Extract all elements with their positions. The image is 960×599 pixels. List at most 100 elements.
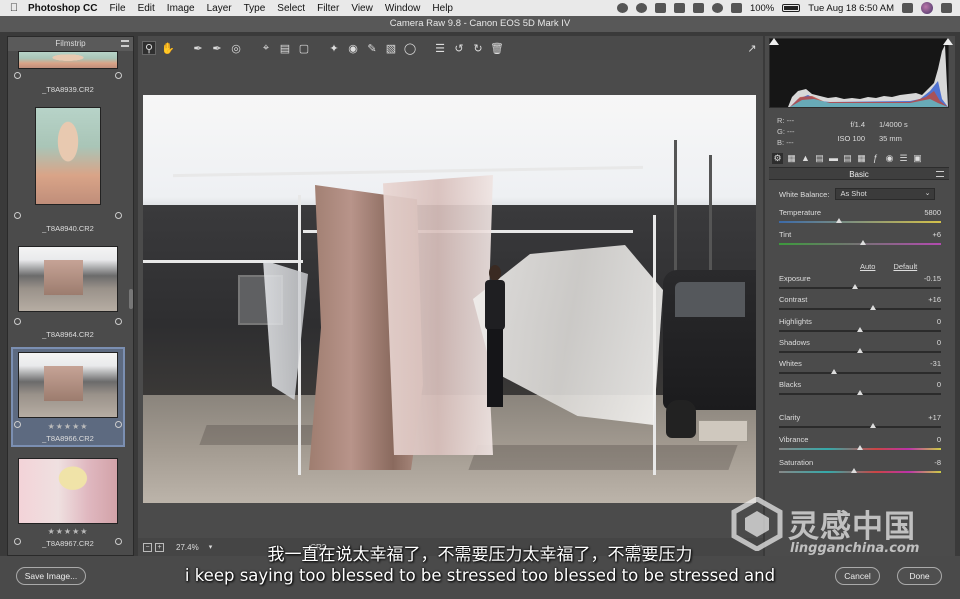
save-image-button[interactable]: Save Image... [16, 567, 86, 585]
slider-thumb[interactable] [852, 284, 859, 289]
detail-tab-icon[interactable]: ▲ [800, 153, 811, 164]
adjustment-brush-icon[interactable]: ✎ [365, 41, 379, 55]
filmstrip-item[interactable]: _T8A8939.CR2 [14, 51, 122, 99]
shadows-slider[interactable]: Shadows 0 [779, 338, 941, 358]
photo-preview[interactable] [143, 95, 756, 503]
slider-thumb[interactable] [835, 218, 842, 223]
color-sampler-tool-icon[interactable]: ✒ [210, 41, 224, 55]
record-icon[interactable] [616, 3, 628, 13]
scrollbar-grip[interactable] [129, 289, 133, 309]
hand-tool-icon[interactable]: ✋ [161, 41, 175, 55]
menu-layer[interactable]: Layer [207, 3, 232, 14]
display-icon[interactable] [673, 3, 685, 13]
straighten-tool-icon[interactable]: ▤ [278, 41, 292, 55]
slider-value[interactable]: +16 [928, 295, 941, 304]
filmstrip-item[interactable]: ★★★★★ _T8A8967.CR2 [14, 458, 122, 553]
slider-value[interactable]: 0 [937, 380, 941, 389]
slider-thumb[interactable] [857, 348, 863, 353]
wifi-icon[interactable] [711, 3, 723, 13]
filmstrip-item-selected[interactable]: ★★★★★ _T8A8966.CR2 [11, 347, 125, 447]
menu-type[interactable]: Type [244, 3, 266, 14]
temperature-slider[interactable]: Temperature 5800 [779, 208, 941, 228]
fx-tab-icon[interactable]: ƒ [870, 153, 881, 164]
exposure-slider[interactable]: Exposure -0.15 [779, 274, 941, 294]
split-toning-tab-icon[interactable]: ▬ [828, 153, 839, 164]
filmstrip-scrollbar[interactable] [128, 59, 133, 579]
battery-icon[interactable] [782, 4, 801, 12]
user-avatar[interactable] [921, 2, 933, 14]
creative-cloud-icon[interactable] [635, 3, 647, 13]
menu-select[interactable]: Select [277, 3, 305, 14]
volume-icon[interactable] [730, 3, 742, 13]
slider-value[interactable]: 0 [937, 435, 941, 444]
preferences-icon[interactable]: ☰ [433, 41, 447, 55]
spot-removal-tool-icon[interactable]: ✦ [327, 41, 341, 55]
slider-track[interactable] [779, 471, 941, 473]
panel-menu-icon[interactable] [936, 171, 944, 177]
slider-track[interactable] [779, 221, 941, 223]
white-balance-select[interactable]: As Shot ⌄ [835, 188, 936, 200]
zoom-dropdown-icon[interactable]: ▾ [209, 543, 213, 551]
slider-thumb[interactable] [857, 327, 863, 332]
slider-value[interactable]: 5800 [924, 208, 941, 217]
vibrance-slider[interactable]: Vibrance 0 [779, 435, 941, 455]
clarity-slider[interactable]: Clarity +17 [779, 413, 941, 433]
hsl-tab-icon[interactable]: ▤ [814, 153, 825, 164]
slider-thumb[interactable] [857, 445, 863, 450]
slider-value[interactable]: +17 [928, 413, 941, 422]
apple-icon[interactable]:  [0, 2, 28, 14]
highlights-slider[interactable]: Highlights 0 [779, 317, 941, 337]
targeted-adjustment-tool-icon[interactable]: ◎ [229, 41, 243, 55]
preview-canvas[interactable] [138, 60, 763, 538]
tint-slider[interactable]: Tint +6 [779, 230, 941, 250]
basic-tab-icon[interactable]: ⚙ [772, 153, 783, 164]
tone-curve-tab-icon[interactable]: ▦ [786, 153, 797, 164]
rotate-right-icon[interactable]: ↻ [471, 41, 485, 55]
dropbox-icon[interactable] [654, 3, 666, 13]
effects-tab-icon[interactable]: ▦ [856, 153, 867, 164]
slider-thumb[interactable] [857, 390, 863, 395]
zoom-out-button[interactable]: − [143, 542, 152, 552]
menu-file[interactable]: File [109, 3, 125, 14]
slider-track[interactable] [779, 308, 941, 310]
saturation-slider[interactable]: Saturation -8 [779, 458, 941, 478]
app-name[interactable]: Photoshop CC [28, 3, 97, 14]
slider-value[interactable]: 0 [937, 338, 941, 347]
slider-value[interactable]: -31 [930, 359, 941, 368]
slider-value[interactable]: -8 [934, 458, 941, 467]
slider-value[interactable]: 0 [937, 317, 941, 326]
contrast-slider[interactable]: Contrast +16 [779, 295, 941, 315]
slider-thumb[interactable] [869, 423, 876, 428]
shadow-clipping-icon[interactable] [769, 38, 779, 45]
slider-thumb[interactable] [860, 240, 867, 245]
slider-value[interactable]: +6 [932, 230, 941, 239]
graduated-filter-icon[interactable]: ▧ [384, 41, 398, 55]
slider-track[interactable] [779, 372, 941, 374]
search-icon[interactable] [902, 3, 913, 13]
filmstrip-item[interactable]: _T8A8964.CR2 [14, 246, 122, 341]
rating-stars[interactable]: ★★★★★ [13, 422, 123, 431]
zoom-in-button[interactable]: + [155, 542, 164, 552]
whites-slider[interactable]: Whites -31 [779, 359, 941, 379]
lens-corrections-tab-icon[interactable]: ▤ [842, 153, 853, 164]
camera-calibration-tab-icon[interactable]: ◉ [884, 153, 895, 164]
bluetooth-icon[interactable] [692, 3, 704, 13]
slider-thumb[interactable] [869, 305, 876, 310]
menu-view[interactable]: View [351, 3, 373, 14]
zoom-tool-icon[interactable]: ⚲ [142, 41, 156, 55]
rotate-left-icon[interactable]: ↺ [452, 41, 466, 55]
snapshots-tab-icon[interactable]: ▣ [912, 153, 923, 164]
notification-center-icon[interactable] [941, 3, 952, 13]
rating-stars[interactable]: ★★★★★ [18, 527, 118, 536]
menu-window[interactable]: Window [385, 3, 421, 14]
clock[interactable]: Tue Aug 18 6:50 AM [808, 3, 894, 14]
menu-edit[interactable]: Edit [138, 3, 155, 14]
slider-track[interactable] [779, 426, 941, 428]
default-link[interactable]: Default [893, 262, 917, 271]
filmstrip-item[interactable]: _T8A8940.CR2 [14, 107, 122, 237]
white-balance-tool-icon[interactable]: ✒ [191, 41, 205, 55]
slider-thumb[interactable] [850, 468, 857, 473]
fullscreen-icon[interactable]: ↗ [745, 41, 759, 55]
zoom-level[interactable]: 27.4% [176, 543, 199, 552]
crop-tool-icon[interactable]: ⌖ [259, 41, 273, 55]
